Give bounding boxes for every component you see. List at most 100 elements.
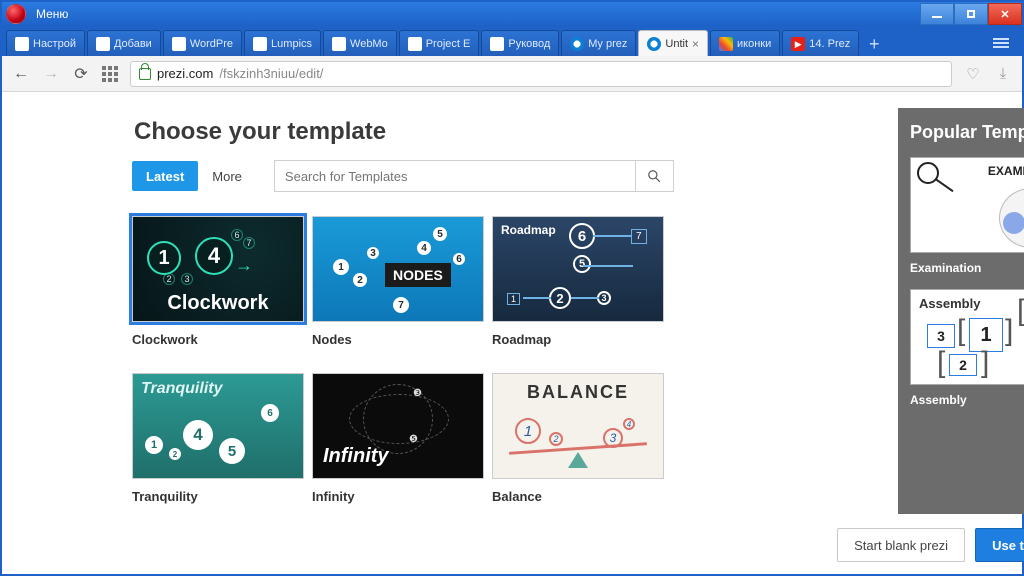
tab-item[interactable]: иконки — [710, 30, 780, 56]
speed-dial-button[interactable] — [102, 66, 118, 82]
thumb-title: Tranquility — [141, 380, 223, 398]
template-thumb: 14 6 7 2 3 → Clockwork — [132, 216, 304, 322]
tab-label: Project E — [426, 38, 471, 50]
template-caption: Tranquility — [132, 489, 304, 504]
favicon-icon: ▶ — [791, 37, 805, 51]
sidebar-card-examination[interactable]: EXAMINATION Examination — [910, 157, 1024, 275]
thumb-title: Roadmap — [501, 223, 556, 237]
tab-label: WordPre — [190, 38, 233, 50]
template-card-roadmap[interactable]: Roadmap 6 5 2 3 7 1 Roadmap — [492, 216, 664, 347]
template-dialog: Choose your template Latest More 14 6 7 … — [132, 100, 892, 574]
search-box — [274, 160, 674, 192]
favicon-icon — [408, 37, 422, 51]
template-caption: Infinity — [312, 489, 484, 504]
tab-item[interactable]: WordPre — [163, 30, 242, 56]
filter-more[interactable]: More — [198, 161, 256, 191]
thumb-title: Assembly — [919, 296, 980, 311]
favicon-icon — [647, 37, 661, 51]
magnifier-icon — [917, 162, 939, 184]
tab-close-icon[interactable]: × — [692, 37, 699, 51]
favicon-icon — [15, 37, 29, 51]
minimize-button[interactable] — [920, 3, 954, 25]
tab-label: Руковод — [508, 38, 550, 50]
tab-strip: Настрой Добави WordPre Lumpics WebMo Pro… — [2, 26, 1022, 56]
template-card-nodes[interactable]: 1 2 3 4 5 6 7 NODES Nodes — [312, 216, 484, 347]
template-caption: Clockwork — [132, 332, 304, 347]
template-thumb: BALANCE 1 2 3 4 — [492, 373, 664, 479]
thumb-title: BALANCE — [493, 382, 663, 403]
filter-row: Latest More — [132, 160, 892, 192]
template-card-tranquility[interactable]: Tranquility 1 4 5 6 2 Tranquility — [132, 373, 304, 504]
sidebar-card-assembly[interactable]: Assembly 31 452 [ ] [ ] [ ] Assembly — [910, 289, 1024, 407]
tab-label: Lumpics — [271, 38, 312, 50]
window-titlebar: Меню ✕ — [2, 2, 1022, 26]
url-host: prezi.com — [157, 66, 213, 81]
back-button[interactable]: ← — [12, 65, 30, 83]
favicon-icon — [332, 37, 346, 51]
tab-item[interactable]: Настрой — [6, 30, 85, 56]
tab-item[interactable]: Lumpics — [244, 30, 321, 56]
address-bar[interactable]: prezi.com/fskzinh3niuu/edit/ — [130, 61, 952, 87]
search-icon — [647, 169, 661, 183]
start-blank-button[interactable]: Start blank prezi — [837, 528, 965, 562]
favicon-icon — [172, 37, 186, 51]
popular-sidebar: Popular Templates EXAMINATION Examinatio… — [898, 108, 1024, 514]
template-thumb: Tranquility 1 4 5 6 2 — [132, 373, 304, 479]
template-grid: 14 6 7 2 3 → Clockwork Clockwork 1 2 3 4… — [132, 216, 892, 504]
dialog-heading: Choose your template — [132, 100, 892, 160]
search-button[interactable] — [635, 161, 673, 191]
template-caption: Nodes — [312, 332, 484, 347]
window-close-button[interactable]: ✕ — [988, 3, 1022, 25]
template-caption: Balance — [492, 489, 664, 504]
bookmark-button[interactable]: ♡ — [964, 65, 982, 83]
template-card-clockwork[interactable]: 14 6 7 2 3 → Clockwork Clockwork — [132, 216, 304, 347]
opera-icon — [6, 4, 26, 24]
sidebar-caption: Assembly — [910, 393, 1024, 407]
template-card-infinity[interactable]: ❸ ❺ Infinity Infinity — [312, 373, 484, 504]
template-thumb: ❸ ❺ Infinity — [312, 373, 484, 479]
tab-item[interactable]: My prez — [561, 30, 636, 56]
lock-icon — [139, 68, 151, 80]
browser-toolbar: ← → ⟳ prezi.com/fskzinh3niuu/edit/ ♡ ⤓ — [2, 56, 1022, 92]
favicon-icon — [490, 37, 504, 51]
tab-item-active[interactable]: Untit × — [638, 30, 708, 56]
thumb-title: Infinity — [323, 445, 389, 468]
tab-item[interactable]: WebMo — [323, 30, 397, 56]
reload-button[interactable]: ⟳ — [72, 65, 90, 83]
template-thumb: 1 2 3 4 5 6 7 NODES — [312, 216, 484, 322]
tab-item[interactable]: Руковод — [481, 30, 559, 56]
template-card-balance[interactable]: BALANCE 1 2 3 4 Balance — [492, 373, 664, 504]
tab-label: My prez — [588, 38, 627, 50]
downloads-button[interactable]: ⤓ — [994, 65, 1012, 83]
new-tab-button[interactable]: + — [861, 32, 887, 56]
tab-item[interactable]: Project E — [399, 30, 480, 56]
maximize-button[interactable] — [954, 3, 988, 25]
tab-label: Untit — [665, 38, 688, 50]
favicon-icon — [719, 37, 733, 51]
template-caption: Roadmap — [492, 332, 664, 347]
search-input[interactable] — [275, 169, 635, 184]
template-thumb: Assembly 31 452 [ ] [ ] [ ] — [910, 289, 1024, 385]
thumb-title: EXAMINATION — [988, 164, 1024, 178]
use-template-button[interactable]: Use template — [975, 528, 1024, 562]
favicon-icon — [96, 37, 110, 51]
page-content: Choose your template Latest More 14 6 7 … — [2, 92, 1022, 574]
tab-item[interactable]: ▶14. Prez — [782, 30, 859, 56]
tab-label: WebMo — [350, 38, 388, 50]
thumb-title: Clockwork — [133, 292, 303, 315]
template-thumb: Roadmap 6 5 2 3 7 1 — [492, 216, 664, 322]
favicon-icon — [253, 37, 267, 51]
tab-label: Настрой — [33, 38, 76, 50]
filter-latest[interactable]: Latest — [132, 161, 198, 191]
template-thumb: EXAMINATION — [910, 157, 1024, 253]
sidebar-title: Popular Templates — [910, 122, 1024, 143]
tab-item[interactable]: Добави — [87, 30, 161, 56]
sidebar-caption: Examination — [910, 261, 1024, 275]
forward-button[interactable]: → — [42, 65, 60, 83]
dialog-footer: Start blank prezi Use template — [730, 528, 1024, 562]
tabs-menu-button[interactable] — [984, 30, 1018, 56]
url-path: /fskzinh3niuu/edit/ — [219, 66, 323, 81]
favicon-icon — [570, 37, 584, 51]
thumb-title: NODES — [385, 263, 451, 287]
menu-button[interactable]: Меню — [30, 7, 74, 21]
